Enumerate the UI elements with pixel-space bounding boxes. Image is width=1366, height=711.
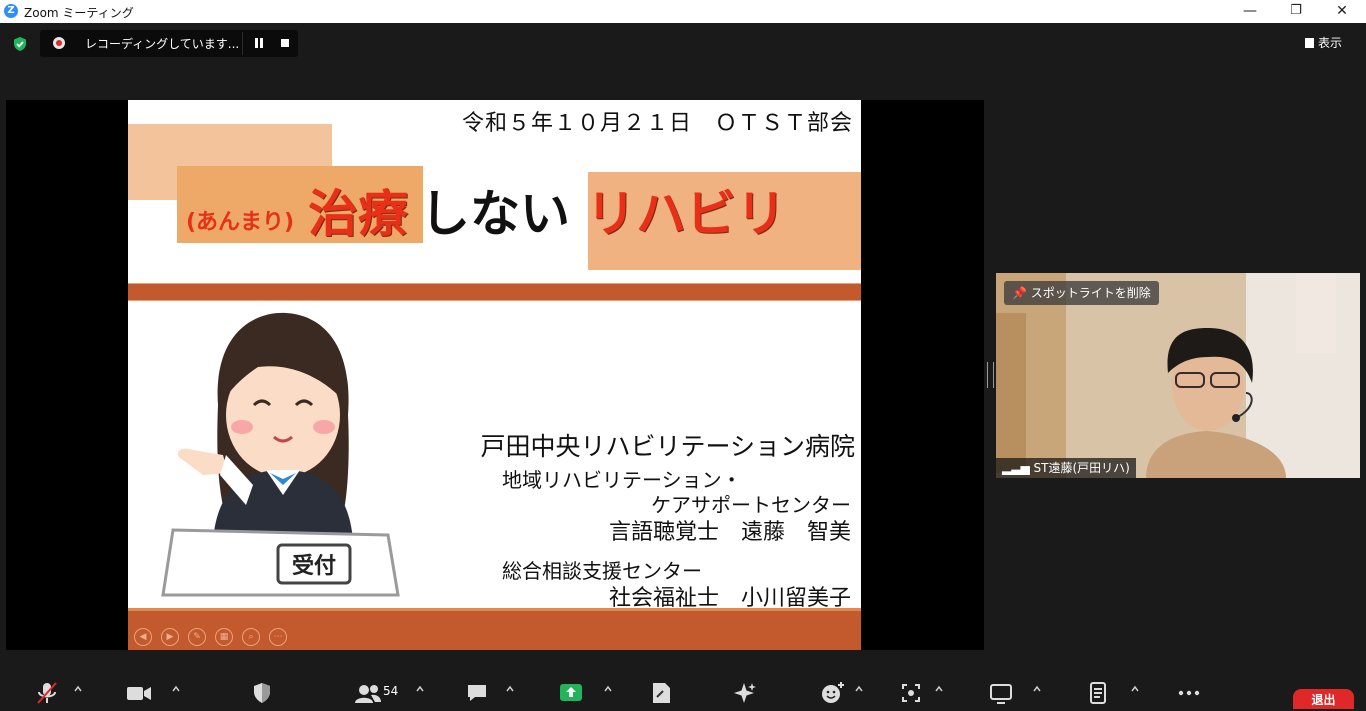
participant-name: ST遠藤(戸田リハ) [1033,461,1130,475]
video-tile[interactable]: 📌 スポットライトを削除 ▂▃▅ ST遠藤(戸田リハ) [996,273,1360,478]
chevron-up-icon[interactable] [855,685,863,693]
slide-speaker1: 言語聴覚士 遠藤 智美 [608,520,851,545]
more-icon[interactable] [1177,681,1201,705]
chevron-up-icon[interactable] [506,685,514,693]
panel-resize-handle[interactable] [987,362,994,388]
recording-label: レコーディングしています... [85,37,240,51]
pin-icon: 📌 [1012,286,1031,300]
mic-muted-icon[interactable] [36,681,58,705]
participants-count: 54 [383,684,399,698]
slide-hospital: 戸田中央リハビリテーション病院 [480,432,855,461]
leave-button[interactable]: 退出 [1293,689,1354,709]
chevron-up-icon[interactable] [935,685,943,693]
security-icon[interactable] [252,681,272,705]
slide-title-part2: しない [420,185,570,243]
slide-title-prefix: (あんまり) [186,210,295,235]
chevron-up-icon[interactable] [1131,685,1139,693]
slide-title-part1: 治療 [308,185,408,243]
signal-icon: ▂▃▅ [1002,461,1034,475]
view-button[interactable]: 表示 [1305,34,1342,51]
chevron-up-icon[interactable] [74,685,82,693]
slide-footer-band [128,608,861,650]
slide-prev-button[interactable]: ◀ [134,628,152,646]
participants-icon[interactable] [354,681,382,705]
reception-sign-text: 受付 [292,553,336,579]
recording-bar: レコーディングしています... [40,30,298,57]
participant-name-bar: ▂▃▅ ST遠藤(戸田リハ) [996,458,1136,478]
zoom-logo-icon: Z [4,4,18,18]
slide-title-part3: リハビリ [586,185,786,243]
slide-more-icon[interactable]: ⋯ [269,628,287,646]
recording-separator [242,32,243,55]
stop-icon[interactable] [281,39,289,47]
share-screen-icon[interactable] [559,681,583,705]
restore-button[interactable]: ❐ [1273,0,1319,23]
window-title-bar: Z Zoom ミーティング — ❐ ✕ [0,0,1366,23]
slide-pen-icon[interactable]: ✎ [188,628,206,646]
pause-icon[interactable] [253,38,265,49]
notes-icon[interactable] [650,681,672,705]
chevron-up-icon[interactable] [1033,685,1041,693]
slide-divider-band [128,283,861,301]
slide-grid-icon[interactable]: ▦ [215,628,233,646]
reactions-icon[interactable] [821,681,845,705]
chevron-up-icon[interactable] [604,685,612,693]
chevron-up-icon[interactable] [416,685,424,693]
apps-icon[interactable] [900,681,922,705]
slide-next-button[interactable]: ▶ [161,628,179,646]
chevron-up-icon[interactable] [172,685,180,693]
view-icon [1305,38,1314,48]
view-label: 表示 [1318,36,1343,50]
receptionist-illustration: 受付 [161,312,400,597]
whiteboard-icon[interactable] [989,681,1013,705]
slide-date: 令和５年１０月２１日 ＯＴＳＴ部会 [461,111,853,136]
window-title: Zoom ミーティング [24,6,134,20]
docs-icon[interactable] [1088,681,1108,705]
chat-icon[interactable] [466,681,488,705]
presentation-slide: 令和５年１０月２１日 ＯＴＳＴ部会 (あんまり) 治療 しない リハビリ 受付 … [128,100,861,650]
remove-spotlight-button[interactable]: 📌 スポットライトを削除 [1004,281,1159,305]
record-icon [53,37,65,49]
remove-spotlight-label: スポットライトを削除 [1030,286,1151,300]
slide-zoom-icon[interactable]: ⌕ [242,628,260,646]
shield-check-icon[interactable] [12,36,28,52]
minimize-button[interactable]: — [1227,0,1273,23]
close-button[interactable]: ✕ [1319,0,1365,23]
video-icon[interactable] [126,681,152,705]
ai-companion-icon[interactable] [733,681,757,705]
